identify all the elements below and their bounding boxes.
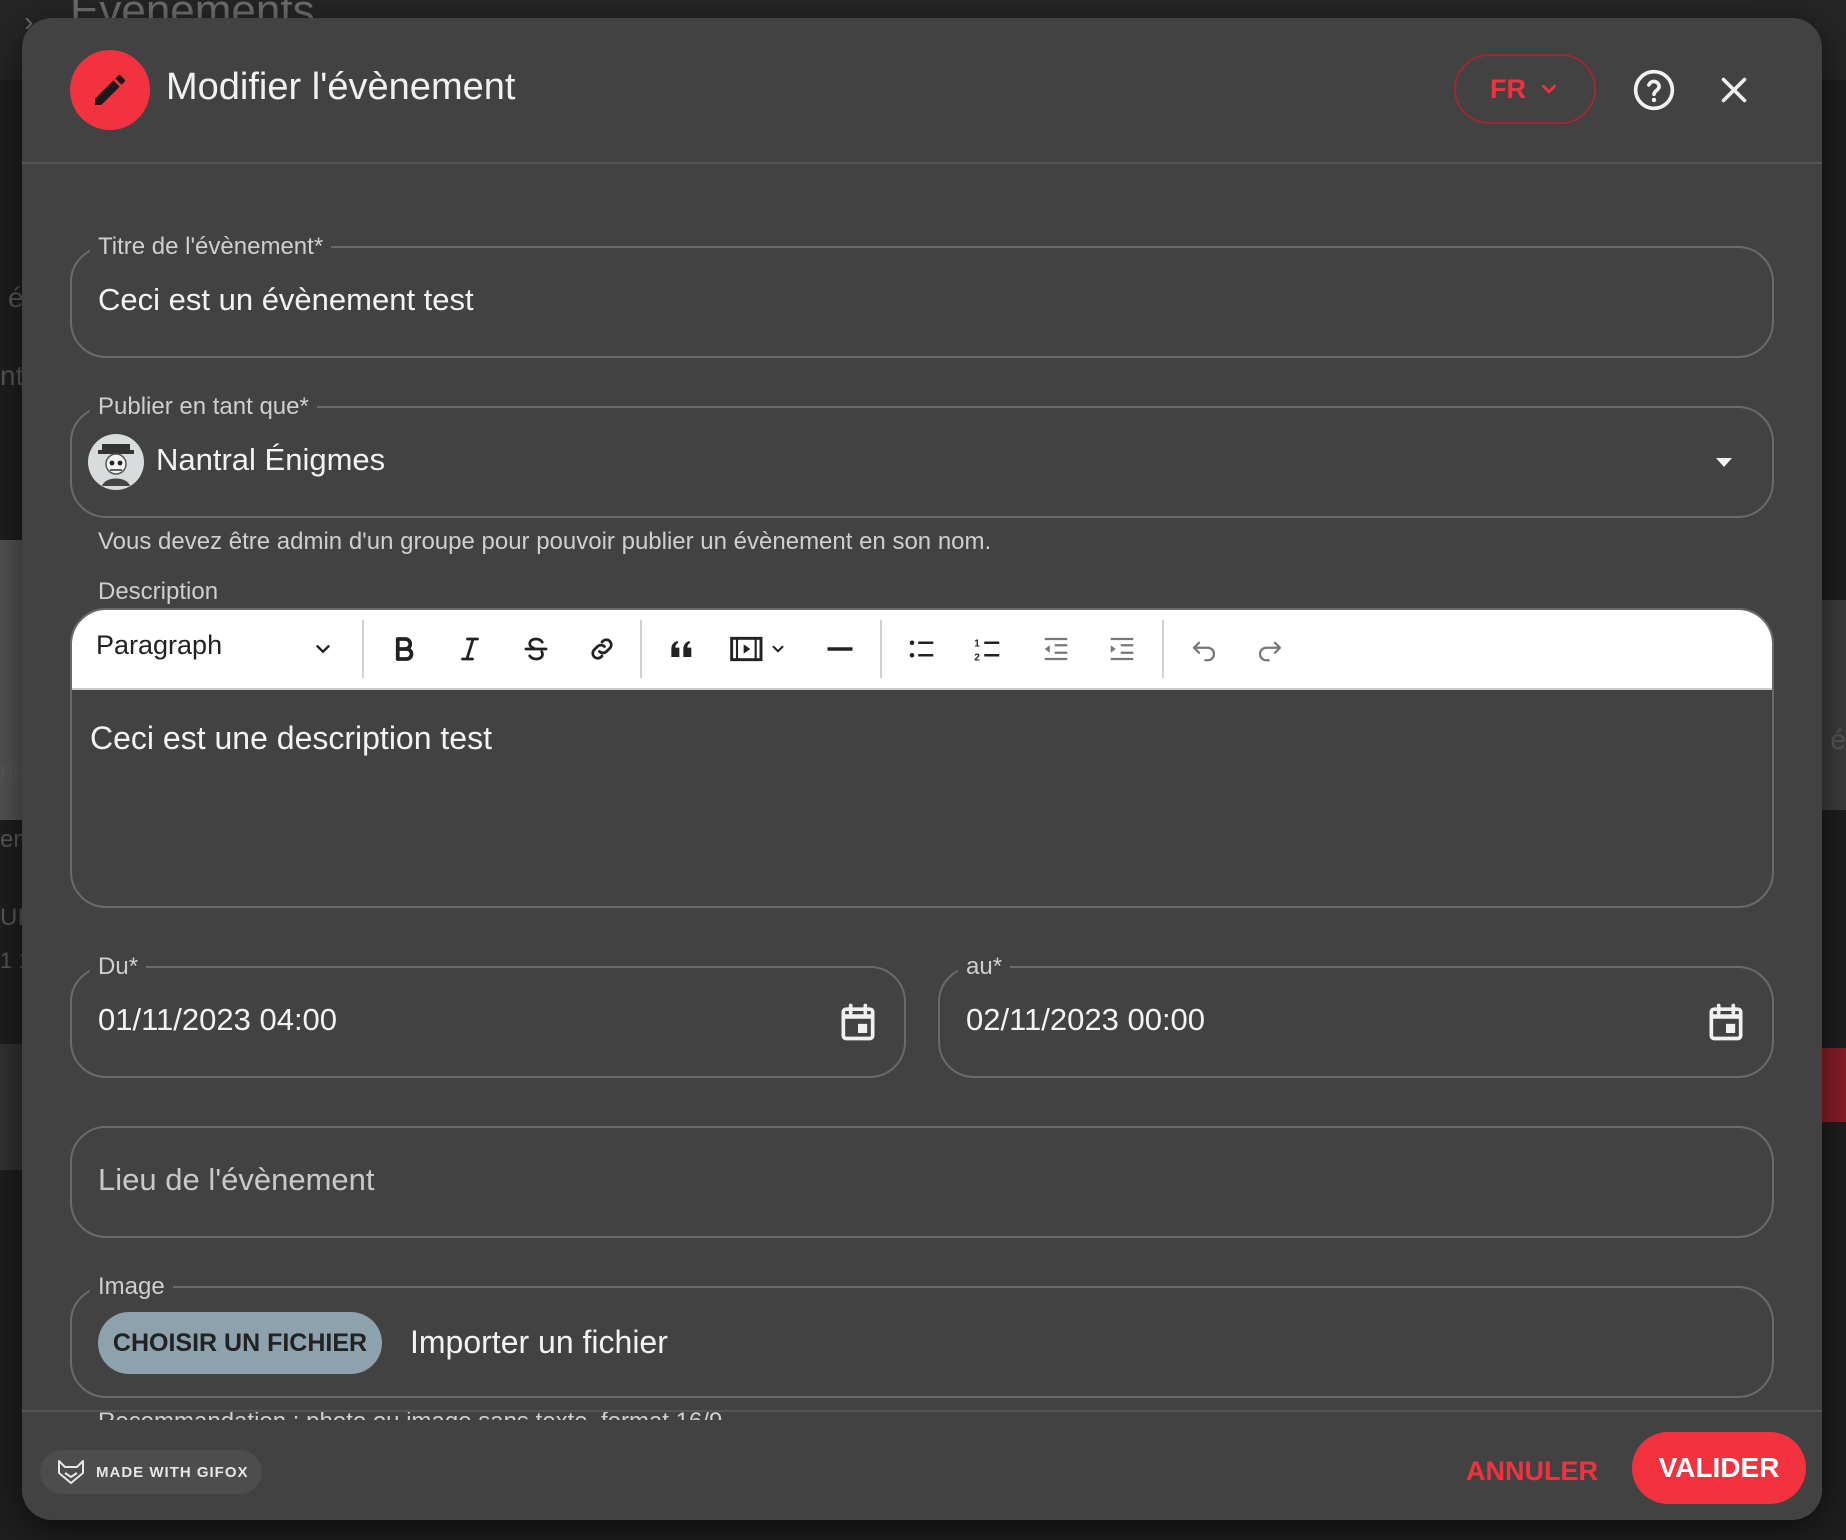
dialog-footer: MADE WITH GIFOX ANNULER VALIDER <box>22 1410 1822 1520</box>
toolbar-divider <box>880 620 882 678</box>
chevron-down-icon <box>316 645 330 654</box>
strikethrough-button[interactable] <box>506 610 566 688</box>
calendar-icon[interactable] <box>1704 998 1748 1046</box>
close-button[interactable] <box>1706 62 1762 118</box>
start-date-field[interactable]: Du* 01/11/2023 04:00 <box>70 951 906 1078</box>
bold-button[interactable] <box>374 610 434 688</box>
language-selector[interactable]: FR <box>1454 54 1596 124</box>
caret-down-icon <box>1716 458 1732 467</box>
end-date-label: au* <box>958 951 1011 983</box>
choose-file-button[interactable]: CHOISIR UN FICHIER <box>98 1312 382 1374</box>
location-field[interactable]: Lieu de l'évènement <box>70 1126 1774 1238</box>
cancel-button[interactable]: ANNULER <box>1466 1440 1598 1502</box>
publish-as-value: Nantral Énigmes <box>156 442 386 477</box>
background-panel <box>0 1044 24 1170</box>
undo-button[interactable] <box>1174 610 1234 688</box>
numbered-list-button[interactable]: 12 <box>958 610 1018 688</box>
start-date-label: Du* <box>90 951 147 983</box>
background-text: é <box>1830 724 1846 755</box>
toolbar-divider <box>640 620 642 678</box>
toolbar-divider <box>362 620 364 678</box>
gifox-watermark: MADE WITH GIFOX <box>40 1450 262 1494</box>
horizontal-line-icon <box>827 647 853 651</box>
group-avatar <box>88 434 144 490</box>
help-icon <box>1633 69 1675 111</box>
end-date-field[interactable]: au* 02/11/2023 00:00 <box>938 951 1774 1078</box>
background-text: nt <box>0 360 24 391</box>
editor-toolbar: Paragraph 1 2 <box>72 610 1772 690</box>
indent-icon <box>1110 637 1134 661</box>
end-date-value: 02/11/2023 00:00 <box>966 1002 1206 1037</box>
bullet-list-icon <box>909 640 934 658</box>
help-button[interactable] <box>1626 62 1682 118</box>
redo-icon <box>1258 641 1282 662</box>
dialog-body: Titre de l'évènement* Ceci est un évènem… <box>22 164 1822 1420</box>
media-icon <box>730 636 763 662</box>
title-field[interactable]: Titre de l'évènement* Ceci est un évènem… <box>70 231 1774 358</box>
fox-logo-icon <box>58 1460 84 1484</box>
svg-text:1: 1 <box>974 639 980 650</box>
horizontal-line-button[interactable] <box>810 610 870 688</box>
outdent-button[interactable] <box>1026 610 1086 688</box>
dialog-header: Modifier l'évènement FR <box>22 18 1822 164</box>
language-label: FR <box>1490 73 1526 104</box>
location-placeholder: Lieu de l'évènement <box>98 1162 375 1197</box>
close-icon <box>1721 77 1747 103</box>
title-field-value: Ceci est un évènement test <box>98 282 474 317</box>
background-button <box>1822 1048 1846 1122</box>
toolbar-divider <box>1162 620 1164 678</box>
edit-event-dialog: Modifier l'évènement FR Titre de l'évène… <box>22 18 1822 1520</box>
watermark-text: MADE WITH GIFOX <box>96 1463 249 1481</box>
calendar-icon[interactable] <box>836 998 880 1046</box>
description-editor[interactable]: Paragraph 1 2 Ceci est une description t… <box>70 608 1774 908</box>
undo-icon <box>1192 641 1216 662</box>
indent-button[interactable] <box>1092 610 1152 688</box>
link-button[interactable] <box>572 610 632 688</box>
quote-icon <box>671 641 692 657</box>
submit-button[interactable]: VALIDER <box>1632 1432 1806 1504</box>
bullet-list-button[interactable] <box>892 610 952 688</box>
numbered-list-icon: 12 <box>974 639 1000 663</box>
publish-as-label: Publier en tant que* <box>90 391 317 423</box>
italic-button[interactable] <box>440 610 500 688</box>
outdent-icon <box>1044 637 1068 661</box>
italic-icon <box>461 637 479 661</box>
dialog-title: Modifier l'évènement <box>166 66 516 108</box>
block-format-label: Paragraph <box>96 630 223 660</box>
chevron-down-icon <box>1542 84 1556 94</box>
chevron-down-icon <box>772 645 784 653</box>
quote-button[interactable] <box>652 610 712 688</box>
image-field-label: Image <box>90 1271 173 1303</box>
block-format-select[interactable]: Paragraph <box>72 610 360 688</box>
bold-icon <box>395 637 414 661</box>
publish-as-select[interactable]: Publier en tant que* Nantral Énigmes <box>70 391 1774 518</box>
image-field: Image CHOISIR UN FICHIER Importer un fic… <box>70 1271 1774 1398</box>
title-field-label: Titre de l'évènement* <box>90 231 332 263</box>
strikethrough-icon <box>524 637 548 661</box>
description-content[interactable]: Ceci est une description test <box>90 720 492 757</box>
description-label: Description <box>98 578 219 605</box>
link-icon <box>591 638 613 660</box>
media-embed-button[interactable] <box>718 610 798 688</box>
publish-as-helper: Vous devez être admin d'un groupe pour p… <box>98 528 992 555</box>
start-date-value: 01/11/2023 04:00 <box>98 1002 338 1037</box>
svg-text:2: 2 <box>974 652 980 663</box>
file-name-text: Importer un fichier <box>410 1324 668 1360</box>
redo-button[interactable] <box>1240 610 1300 688</box>
background-text: UI <box>0 904 24 931</box>
pencil-icon <box>70 50 150 130</box>
